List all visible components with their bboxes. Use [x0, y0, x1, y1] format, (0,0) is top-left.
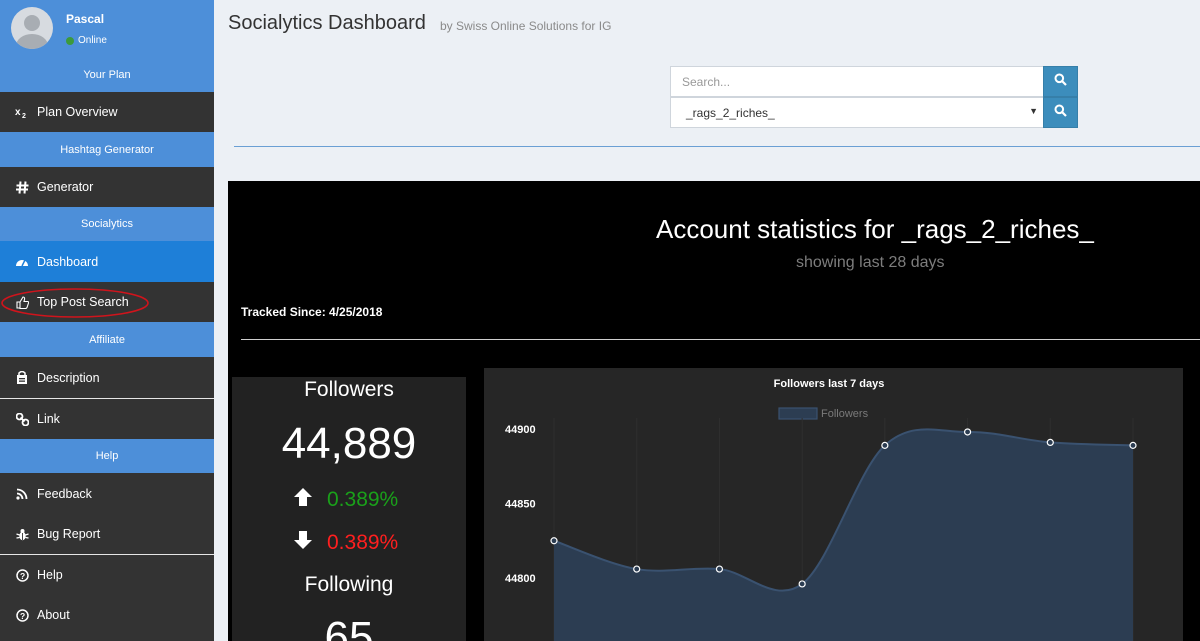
- question-circle-icon: ?: [14, 607, 30, 623]
- sidebar-item-label: Dashboard: [37, 254, 99, 269]
- data-point[interactable]: [798, 580, 806, 588]
- rss-icon: [14, 486, 30, 502]
- account-search-button[interactable]: [1043, 97, 1078, 128]
- followers-label: Followers: [304, 378, 394, 401]
- section-header-hashtag-generator: Hashtag Generator: [0, 132, 214, 167]
- followers-change-down: 0.389%: [293, 530, 398, 556]
- user-panel: Pascal Online: [0, 0, 214, 58]
- subscript-icon: x2: [14, 104, 30, 120]
- sidebar-item-generator[interactable]: Generator: [0, 167, 214, 207]
- svg-text:?: ?: [20, 571, 25, 581]
- stats-panel: Account statistics for _rags_2_riches_ s…: [228, 181, 1200, 641]
- following-label: Following: [304, 573, 394, 596]
- sidebar-item-label: Description: [37, 370, 100, 385]
- search-input[interactable]: [670, 66, 1044, 97]
- followers-count: 44,889: [281, 419, 417, 468]
- tracked-since: Tracked Since: 4/25/2018: [241, 305, 383, 319]
- sidebar-item-label: Link: [37, 412, 60, 426]
- stats-title: Account statistics for _rags_2_riches_: [656, 214, 1094, 244]
- sidebar-item-description[interactable]: Description: [0, 357, 214, 398]
- header-divider: [234, 146, 1200, 147]
- avatar: [11, 7, 53, 49]
- sidebar-item-dashboard[interactable]: Dashboard: [0, 241, 214, 282]
- legend-swatch: [778, 407, 818, 420]
- sidebar-item-label: Plan Overview: [37, 105, 118, 119]
- sidebar-item-plan-overview[interactable]: x2 Plan Overview: [0, 92, 214, 132]
- stats-divider: [241, 339, 1200, 340]
- following-count: 65: [324, 613, 374, 641]
- data-point[interactable]: [881, 441, 889, 449]
- sidebar-item-about[interactable]: ? About: [0, 595, 214, 635]
- followers-chart-svg: Followers last 7 days Followers 44800 448…: [505, 378, 1137, 641]
- question-circle-icon: ?: [14, 567, 30, 583]
- caret-down-icon: ▼: [1029, 106, 1038, 116]
- account-select-value: _rags_2_riches_: [686, 105, 775, 120]
- arrow-up-icon: [293, 487, 313, 513]
- data-point[interactable]: [1129, 441, 1137, 449]
- sidebar: Pascal Online Your Plan x2 Plan Overview…: [0, 0, 214, 641]
- y-tick-label: 44800: [505, 573, 536, 585]
- data-point[interactable]: [963, 428, 972, 436]
- stats-subtitle: showing last 28 days: [796, 254, 945, 271]
- chart-title: Followers last 7 days: [774, 378, 885, 390]
- followers-chart: Followers last 7 days Followers 44800 448…: [484, 368, 1183, 641]
- sidebar-item-label: Feedback: [37, 486, 92, 501]
- section-header-your-plan: Your Plan: [0, 58, 214, 92]
- data-point[interactable]: [550, 537, 558, 545]
- y-tick-label: 44850: [505, 499, 536, 511]
- legend-label: Followers: [821, 408, 869, 420]
- sidebar-item-label: Help: [37, 568, 63, 582]
- account-select[interactable]: _rags_2_riches_ ▼: [670, 97, 1044, 128]
- followers-card: Followers 44,889 0.389% 0.389% Following…: [232, 377, 466, 641]
- user-name: Pascal: [66, 12, 105, 26]
- change-down-value: 0.389%: [327, 531, 399, 554]
- sidebar-item-top-post-search[interactable]: Top Post Search: [0, 282, 214, 322]
- sidebar-item-bug-report[interactable]: Bug Report: [0, 514, 214, 554]
- sidebar-item-label: Generator: [37, 180, 94, 194]
- sidebar-item-label: Bug Report: [37, 527, 101, 541]
- dashboard-icon: [14, 254, 30, 270]
- followers-area: [554, 429, 1133, 641]
- arrow-down-icon: [293, 530, 313, 556]
- section-header-affiliate: Affiliate: [0, 322, 214, 357]
- sidebar-item-label: About: [37, 608, 70, 622]
- followers-change-up: 0.389%: [293, 487, 398, 513]
- sidebar-item-feedback[interactable]: Feedback: [0, 473, 214, 514]
- change-up-value: 0.389%: [327, 488, 399, 511]
- section-header-help: Help: [0, 439, 214, 473]
- bug-icon: [14, 526, 30, 542]
- search-icon: [1054, 104, 1067, 122]
- svg-text:?: ?: [20, 611, 25, 621]
- sidebar-item-help[interactable]: ? Help: [0, 554, 214, 595]
- user-status: Online: [66, 35, 107, 46]
- link-icon: [14, 411, 30, 427]
- section-header-socialytics: Socialytics: [0, 207, 214, 241]
- sidebar-item-link[interactable]: Link: [0, 398, 214, 439]
- page-title: Socialytics Dashboard: [228, 12, 426, 34]
- search-button[interactable]: [1043, 66, 1078, 97]
- data-point[interactable]: [715, 565, 724, 573]
- user-status-label: Online: [78, 35, 107, 46]
- data-point[interactable]: [633, 565, 641, 573]
- svg-text:x: x: [15, 107, 21, 118]
- hashtag-icon: [14, 179, 30, 195]
- y-tick-label: 44900: [505, 424, 536, 436]
- main-content: Socialytics Dashboard by Swiss Online So…: [214, 0, 1200, 641]
- data-point[interactable]: [1046, 438, 1054, 447]
- svg-text:2: 2: [22, 113, 26, 118]
- description-icon: [14, 370, 30, 386]
- page-subtitle: by Swiss Online Solutions for IG: [440, 19, 612, 33]
- online-status-dot: [66, 36, 74, 45]
- search-icon: [1054, 73, 1067, 91]
